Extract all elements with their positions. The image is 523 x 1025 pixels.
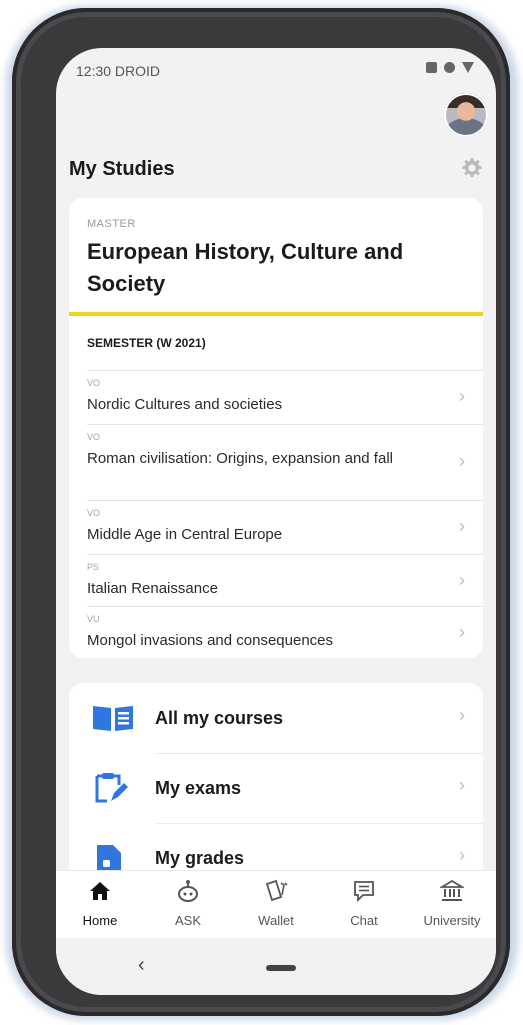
tab-home[interactable]: Home — [56, 871, 144, 939]
tab-label: ASK — [174, 913, 201, 928]
bottom-tab-bar: Home ASK Wallet Chat University — [56, 870, 496, 939]
robot-icon — [178, 880, 198, 902]
record-icon — [444, 62, 455, 73]
status-bar: 12:30 DROID — [56, 48, 496, 98]
course-row[interactable]: VU Mongol invasions and consequences › — [87, 606, 483, 658]
menu-item-exams[interactable]: My exams › — [69, 753, 483, 824]
course-type: VO — [87, 432, 101, 442]
signal-icon — [462, 62, 474, 73]
tab-university[interactable]: University — [408, 871, 496, 939]
tab-chat[interactable]: Chat — [320, 871, 408, 939]
chevron-right-icon: › — [459, 622, 465, 642]
clipboard-edit-icon — [95, 773, 128, 803]
chevron-right-icon: › — [459, 705, 465, 725]
course-row[interactable]: PS Italian Renaissance › — [87, 554, 483, 607]
document-icon — [97, 845, 121, 873]
course-name: Italian Renaissance — [87, 580, 218, 597]
chat-icon — [354, 881, 374, 903]
avatar[interactable] — [444, 93, 488, 137]
cards-icon — [265, 879, 288, 902]
home-pill-icon[interactable] — [266, 965, 296, 971]
chevron-right-icon: › — [459, 845, 465, 865]
book-icon — [93, 706, 133, 731]
menu-label: All my courses — [155, 708, 284, 728]
tab-label: Chat — [350, 913, 378, 928]
course-type: VO — [87, 378, 101, 388]
status-time: 12:30 DROID — [76, 63, 161, 79]
status-icons — [426, 62, 474, 73]
course-name: Nordic Cultures and societies — [87, 396, 283, 413]
course-type: PS — [87, 562, 100, 572]
course-type: VO — [87, 508, 101, 518]
phone-frame: 12:30 DROID My Studies MASTER European H… — [12, 8, 510, 1016]
chevron-right-icon: › — [459, 570, 465, 590]
accent-divider — [69, 312, 483, 316]
semester-label: SEMESTER (W 2021) — [87, 336, 206, 350]
chevron-right-icon: › — [459, 516, 465, 536]
menu-label: My grades — [155, 848, 245, 868]
tab-wallet[interactable]: Wallet — [232, 871, 320, 939]
chevron-right-icon: › — [459, 451, 465, 471]
course-name: Mongol invasions and consequences — [87, 632, 333, 649]
tab-label: Wallet — [258, 913, 294, 928]
tab-label: University — [423, 913, 481, 928]
page-title: My Studies — [69, 158, 175, 180]
stop-icon — [426, 62, 437, 73]
course-row[interactable]: VO Nordic Cultures and societies › — [87, 370, 483, 425]
bank-icon — [440, 879, 464, 901]
degree-card: MASTER European History, Culture and Soc… — [69, 198, 483, 658]
course-row[interactable]: VO Roman civilisation: Origins, expansio… — [87, 424, 483, 501]
home-icon — [90, 882, 110, 900]
menu-item-all-courses[interactable]: All my courses › — [69, 683, 483, 754]
degree-kind: MASTER — [87, 218, 136, 230]
course-name: Roman civilisation: Origins, expansion a… — [87, 450, 393, 467]
course-type: VU — [87, 614, 100, 624]
chevron-right-icon: › — [459, 386, 465, 406]
tab-ask[interactable]: ASK — [144, 871, 232, 939]
course-name: Middle Age in Central Europe — [87, 526, 283, 543]
gear-icon[interactable] — [461, 157, 483, 179]
phone-screen: 12:30 DROID My Studies MASTER European H… — [56, 48, 496, 995]
menu-label: My exams — [155, 778, 242, 798]
system-nav-bar: ‹ — [56, 938, 496, 995]
chevron-right-icon: › — [459, 775, 465, 795]
course-row[interactable]: VO Middle Age in Central Europe › — [87, 500, 483, 555]
degree-title: European History, Culture and Society — [87, 239, 404, 296]
back-icon[interactable]: ‹ — [138, 954, 145, 977]
tab-label: Home — [82, 913, 118, 928]
